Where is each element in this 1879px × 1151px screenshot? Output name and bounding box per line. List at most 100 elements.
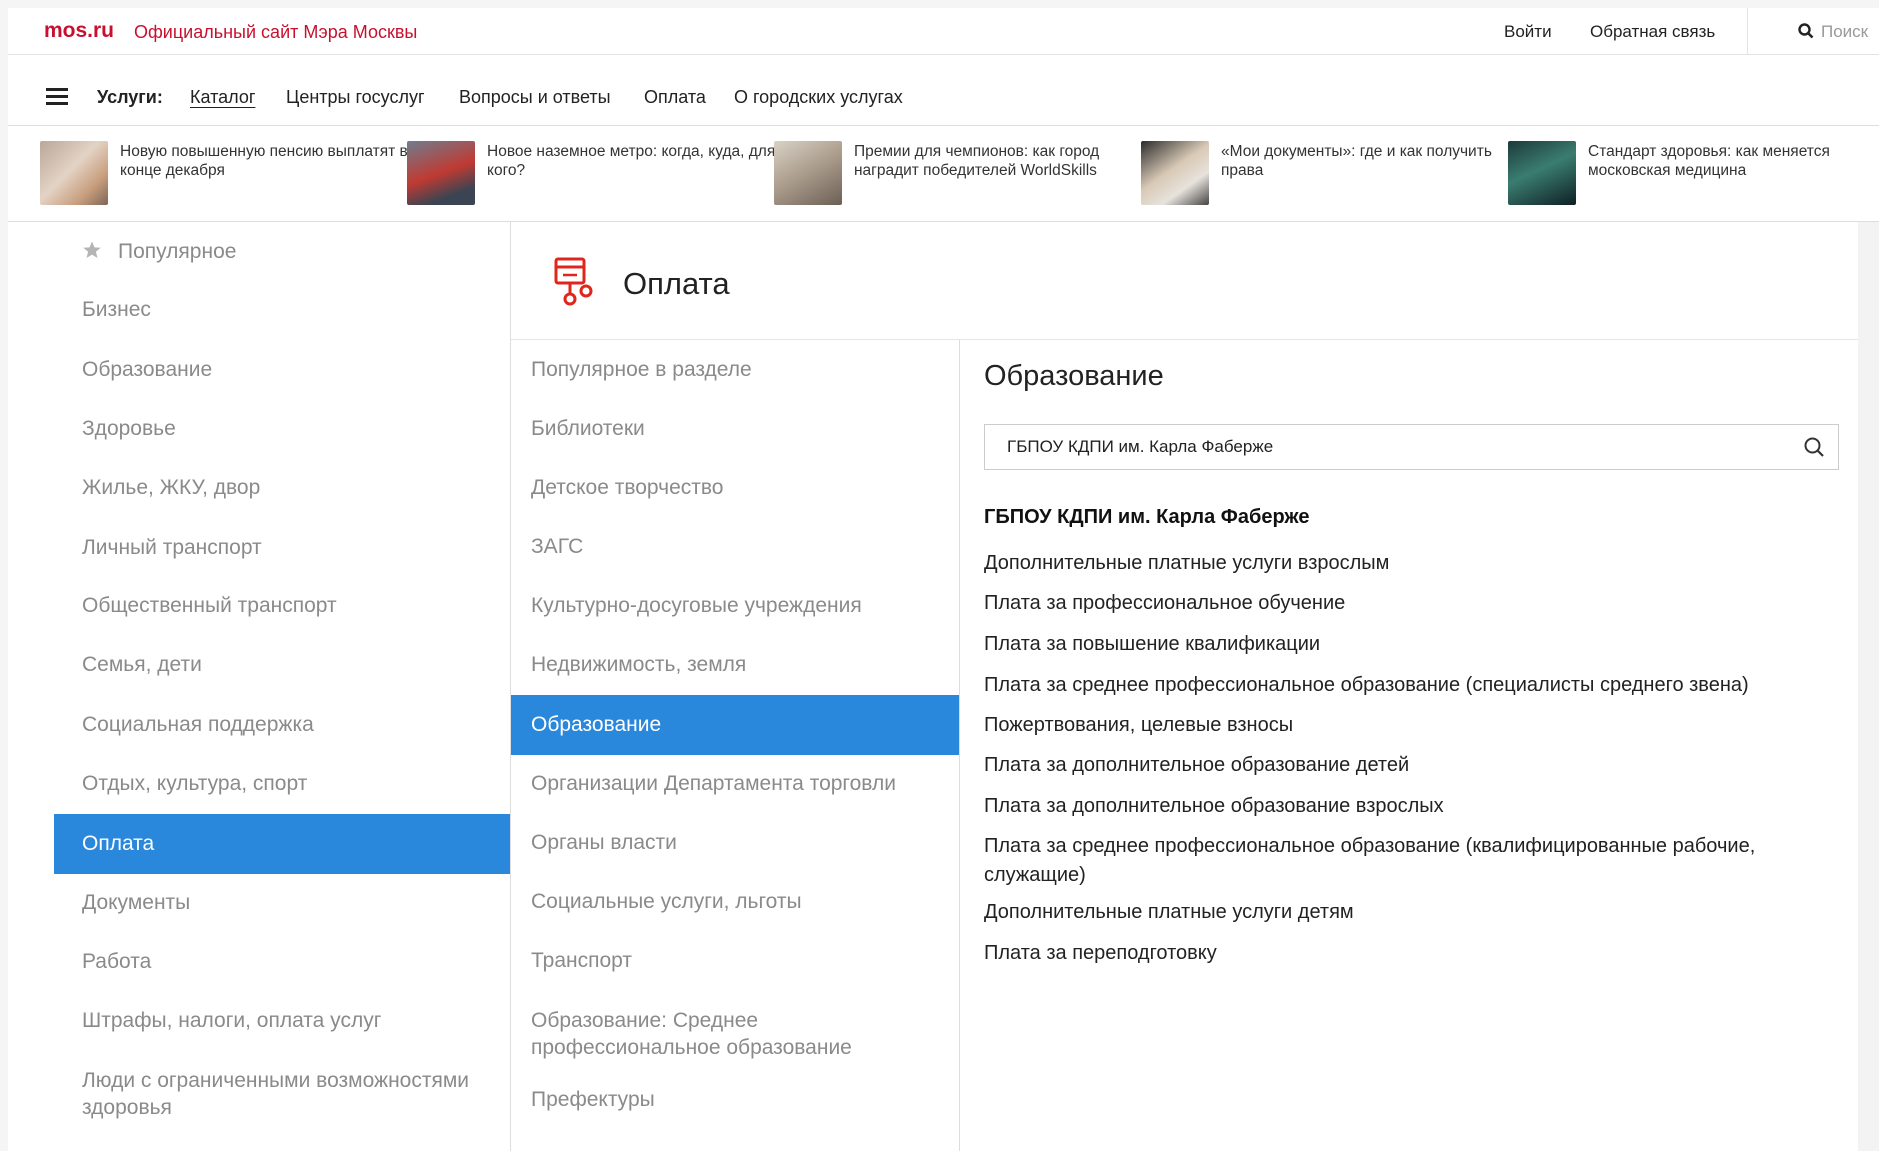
subcategory-item-realty[interactable]: Недвижимость, земля [511,635,959,695]
news-thumbnail [40,141,108,205]
category-label: Семья, дети [82,653,202,676]
news-item[interactable]: Новую повышенную пенсию выплатят в конце… [40,141,408,211]
subcategory-item-culture[interactable]: Культурно-досуговые учреждения [511,576,959,636]
login-link[interactable]: Войти [1504,22,1552,42]
page: mos.ru Официальный сайт Мэра Москвы Войт… [8,8,1879,1151]
subcategory-label: Транспорт [531,949,632,972]
result-link[interactable]: Пожертвования, целевые взносы [984,711,1844,740]
category-item-documents[interactable]: Документы [54,873,510,933]
detail-title: Образование [984,360,1164,392]
site-logo[interactable]: mos.ru [44,19,114,43]
category-item-public-transport[interactable]: Общественный транспорт [54,576,510,636]
category-item-business[interactable]: Бизнес [54,280,510,340]
nav-link-payment[interactable]: Оплата [644,87,706,108]
detail-panel: Образование ГБПОУ КДПИ им. Карла Фаберже… [960,340,1858,1151]
subcategory-label: ЗАГС [531,535,584,558]
top-bar: mos.ru Официальный сайт Мэра Москвы Войт… [8,8,1879,55]
news-thumbnail [1508,141,1576,205]
wallet-icon [554,257,593,306]
subcategory-item-prefectures[interactable]: Префектуры [511,1070,959,1130]
subcategory-label: Органы власти [531,831,677,854]
category-item-fines-taxes[interactable]: Штрафы, налоги, оплата услуг [54,991,510,1051]
category-label: Люди с ограниченными возможностями здоро… [82,1069,470,1119]
organization-search-input[interactable] [1007,435,1787,459]
nav-link-catalog[interactable]: Каталог [190,87,255,108]
menu-icon[interactable] [46,88,68,106]
nav-link-about-services[interactable]: О городских услугах [734,87,903,108]
category-item-social-support[interactable]: Социальная поддержка [54,695,510,755]
subcategory-label: Популярное в разделе [531,358,752,381]
category-item-housing[interactable]: Жилье, ЖКУ, двор [54,458,510,518]
subcategory-label: Детское творчество [531,476,724,499]
subcategory-item-libraries[interactable]: Библиотеки [511,399,959,459]
result-link[interactable]: Плата за профессиональное обучение [984,589,1844,618]
category-item-health[interactable]: Здоровье [54,399,510,459]
category-label: Жилье, ЖКУ, двор [82,476,261,499]
result-link[interactable]: Плата за среднее профессиональное образо… [984,671,1844,700]
news-item[interactable]: Премии для чемпионов: как город наградит… [774,141,1134,211]
category-label: Бизнес [82,298,151,321]
subcategory-item-social-services[interactable]: Социальные услуги, льготы [511,872,959,932]
category-item-work[interactable]: Работа [54,932,510,992]
subcategory-item-popular[interactable]: Популярное в разделе [511,340,959,400]
result-link[interactable]: Плата за дополнительное образование дете… [984,751,1844,780]
subcategory-label: Недвижимость, земля [531,653,747,676]
search-icon[interactable] [1803,436,1825,458]
right-gutter [1858,222,1879,1151]
category-item-leisure[interactable]: Отдых, культура, спорт [54,754,510,814]
result-link[interactable]: Плата за переподготовку [984,939,1844,968]
organization-search [984,424,1839,470]
services-nav: Услуги: Каталог Центры госуслуг Вопросы … [8,55,1879,126]
subcategory-label: Культурно-досуговые учреждения [531,594,862,617]
nav-link-faq[interactable]: Вопросы и ответы [459,87,611,108]
news-item[interactable]: «Мои документы»: где и как получить прав… [1141,141,1501,211]
nav-title: Услуги: [97,87,163,107]
category-item-popular[interactable]: Популярное [54,222,510,282]
news-thumbnail [1141,141,1209,205]
star-icon [83,241,101,258]
subcategory-item-children-creativity[interactable]: Детское творчество [511,458,959,518]
result-link[interactable]: Дополнительные платные услуги детям [984,898,1844,927]
result-link[interactable]: Плата за повышение квалификации [984,630,1844,659]
category-label: Работа [82,950,152,973]
category-label: Образование [82,358,213,381]
result-link[interactable]: Плата за дополнительное образование взро… [984,792,1844,821]
category-item-disabilities[interactable]: Люди с ограниченными возможностями здоро… [54,1051,510,1121]
category-label: Социальная поддержка [82,713,314,736]
subcategory-label: Библиотеки [531,417,645,440]
subcategory-item-authorities[interactable]: Органы власти [511,813,959,873]
subcategory-item-registry[interactable]: ЗАГС [511,517,959,577]
category-label: Документы [82,891,191,914]
category-item-family[interactable]: Семья, дети [54,635,510,695]
subcategory-label: Префектуры [531,1088,655,1111]
news-text: Новую повышенную пенсию выплатят в конце… [120,143,408,179]
subcategory-item-transport[interactable]: Транспорт [511,931,959,991]
category-label: Общественный транспорт [82,594,337,617]
subcategory-label: Образование [531,713,662,736]
subcategory-label: Образование: Среднее профессиональное об… [531,1009,852,1059]
subcategory-item-education[interactable]: Образование [511,695,959,755]
news-item[interactable]: Стандарт здоровья: как меняется московск… [1508,141,1868,211]
category-item-personal-transport[interactable]: Личный транспорт [54,518,510,578]
category-item-payment[interactable]: Оплата [54,814,510,874]
category-label: Здоровье [82,417,176,440]
subcategory-item-vocational-education[interactable]: Образование: Среднее профессиональное об… [511,991,959,1063]
category-list: Популярное Бизнес Образование Здоровье Ж… [54,222,510,1151]
site-title[interactable]: Официальный сайт Мэра Москвы [134,22,417,43]
result-link[interactable]: Дополнительные платные услуги взрослым [984,549,1844,578]
result-link[interactable]: Плата за среднее профессиональное образо… [984,832,1844,890]
news-thumbnail [407,141,475,205]
result-heading: ГБПОУ КДПИ им. Карла Фаберже [984,506,1310,528]
category-item-education[interactable]: Образование [54,340,510,400]
nav-link-service-centers[interactable]: Центры госуслуг [286,87,425,108]
news-text: «Мои документы»: где и как получить прав… [1221,143,1492,179]
news-strip: Новую повышенную пенсию выплатят в конце… [8,125,1879,222]
subcategory-item-trade[interactable]: Организации Департамента торговли [511,754,959,814]
feedback-link[interactable]: Обратная связь [1590,22,1715,42]
news-text: Стандарт здоровья: как меняется московск… [1588,143,1830,179]
subcategory-label: Организации Департамента торговли [531,772,896,795]
news-item[interactable]: Новое наземное метро: когда, куда, для к… [407,141,775,211]
search-label: Поиск [1821,22,1869,41]
subcategory-label: Социальные услуги, льготы [531,890,802,913]
top-search-button[interactable]: Поиск [1747,8,1879,54]
